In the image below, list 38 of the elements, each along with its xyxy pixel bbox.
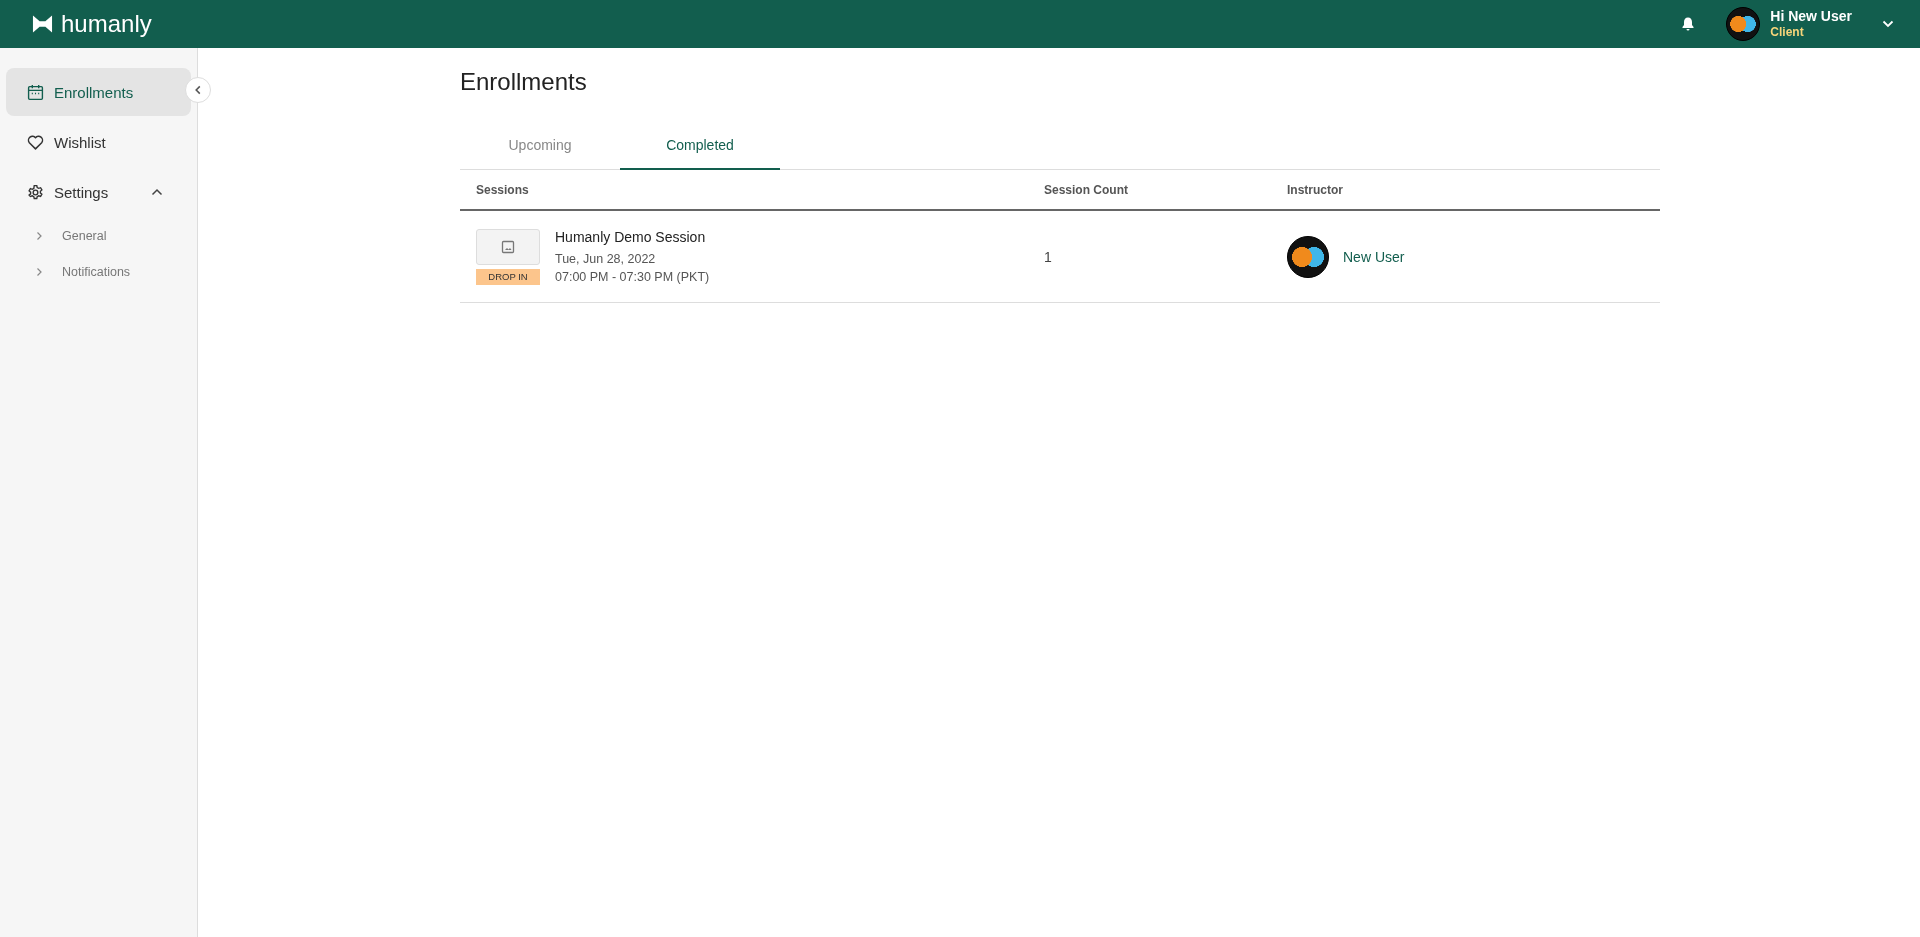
session-title[interactable]: Humanly Demo Session [555, 228, 710, 245]
chevron-right-icon [35, 267, 43, 277]
tab[interactable]: Completed [620, 122, 780, 170]
submenu-label: Notifications [62, 265, 131, 279]
column-header: Instructor [1287, 182, 1344, 197]
chevron-right-icon [35, 231, 43, 241]
column-header: Session Count [1044, 182, 1129, 197]
collapse-button[interactable] [185, 77, 211, 103]
session-date: Tue, Jun 28, 2022 [555, 251, 657, 266]
session-type-badge: DROP IN [476, 268, 540, 285]
avatar[interactable] [1726, 7, 1761, 41]
bell-icon[interactable] [1680, 16, 1697, 32]
nav-label: Wishlist [54, 133, 106, 151]
gear-icon [27, 183, 44, 201]
nav-item[interactable]: Settings [6, 168, 191, 216]
nav-label: Settings [54, 183, 109, 201]
tab[interactable]: Upcoming [460, 122, 620, 170]
logo-icon [32, 14, 53, 34]
nav-label: Enrollments [54, 83, 134, 101]
brand-name: humanly [61, 10, 152, 38]
column-header: Sessions [476, 182, 530, 197]
user-role: Client [1770, 24, 1805, 40]
instructor-avatar [1287, 235, 1329, 278]
page-title: Enrollments [460, 68, 588, 97]
session-count: 1 [1044, 248, 1052, 265]
submenu-item[interactable]: General [0, 218, 197, 254]
chevron-down-icon[interactable] [1882, 20, 1894, 28]
chevron-up-icon[interactable] [151, 188, 163, 196]
nav-item[interactable]: Enrollments [6, 68, 191, 116]
instructor-link[interactable]: New User [1343, 248, 1405, 265]
submenu-label: General [62, 229, 107, 243]
session-time: 07:00 PM - 07:30 PM (PKT) [555, 269, 710, 284]
user-greeting: Hi New User [1770, 8, 1852, 24]
calendar-icon [27, 83, 44, 101]
image-icon [501, 239, 515, 254]
heart-icon [27, 133, 44, 151]
nav-item[interactable]: Wishlist [6, 118, 191, 166]
submenu-item[interactable]: Notifications [0, 254, 197, 290]
